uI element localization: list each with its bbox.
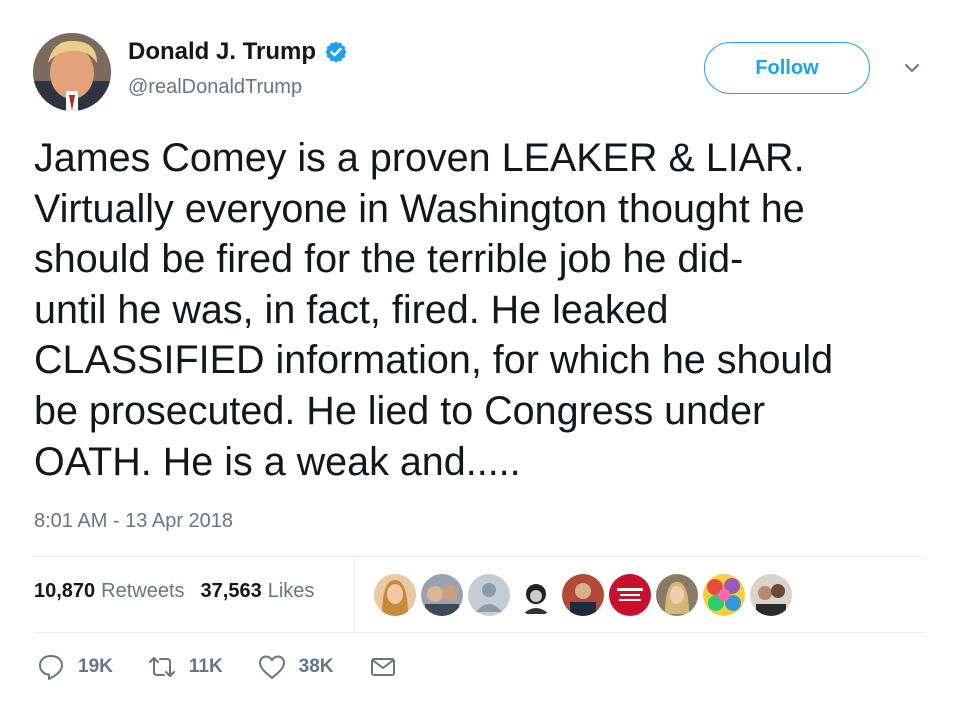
reply-count: 19K	[78, 656, 113, 677]
like-button[interactable]: 38K	[257, 652, 334, 682]
retweet-icon	[148, 657, 175, 677]
liker-avatar[interactable]	[750, 574, 792, 616]
reply-icon	[39, 655, 63, 680]
retweet-button[interactable]: 11K	[147, 652, 223, 682]
retweet-count: 11K	[188, 656, 223, 677]
heart-icon	[258, 655, 285, 679]
follow-button[interactable]: Follow	[704, 42, 870, 94]
author-handle[interactable]: @realDonaldTrump	[128, 76, 302, 99]
liker-avatars	[374, 574, 792, 616]
liker-avatar[interactable]	[609, 574, 651, 616]
liker-avatar[interactable]	[374, 574, 416, 616]
tweet-timestamp[interactable]: 8:01 AM - 13 Apr 2018	[34, 510, 233, 533]
direct-message-button[interactable]	[368, 652, 398, 682]
envelope-icon	[370, 658, 395, 676]
chevron-down-icon[interactable]	[902, 58, 922, 78]
divider-bottom	[34, 632, 925, 633]
liker-avatar[interactable]	[468, 574, 510, 616]
likes-count: 37,563	[200, 580, 262, 602]
stats-separator	[354, 557, 355, 632]
author-display-name[interactable]: Donald J. Trump	[128, 38, 316, 66]
liker-avatar[interactable]	[656, 574, 698, 616]
retweets-count: 10,870	[34, 580, 96, 602]
avatar-portrait	[33, 33, 111, 111]
liker-avatar[interactable]	[421, 574, 463, 616]
tweet-actions: 19K 11K 38K	[36, 652, 432, 682]
tweet-text: James Comey is a proven LEAKER & LIAR. V…	[34, 136, 834, 484]
likes-label: Likes	[267, 580, 315, 602]
liker-avatar[interactable]	[703, 574, 745, 616]
verified-badge-icon	[325, 41, 347, 63]
liker-avatar[interactable]	[515, 574, 557, 616]
retweets-label: Retweets	[101, 580, 185, 602]
tweet-stats: 10,870 Retweets 37,563 Likes	[34, 580, 314, 603]
author-name-row: Donald J. Trump	[128, 38, 348, 66]
divider-top	[34, 556, 925, 557]
author-avatar[interactable]	[33, 33, 111, 111]
like-count: 38K	[298, 656, 334, 677]
reply-button[interactable]: 19K	[36, 652, 113, 682]
liker-avatar[interactable]	[562, 574, 604, 616]
likes-stat[interactable]: 37,563 Likes	[201, 580, 315, 603]
retweets-stat[interactable]: 10,870 Retweets	[34, 580, 185, 603]
